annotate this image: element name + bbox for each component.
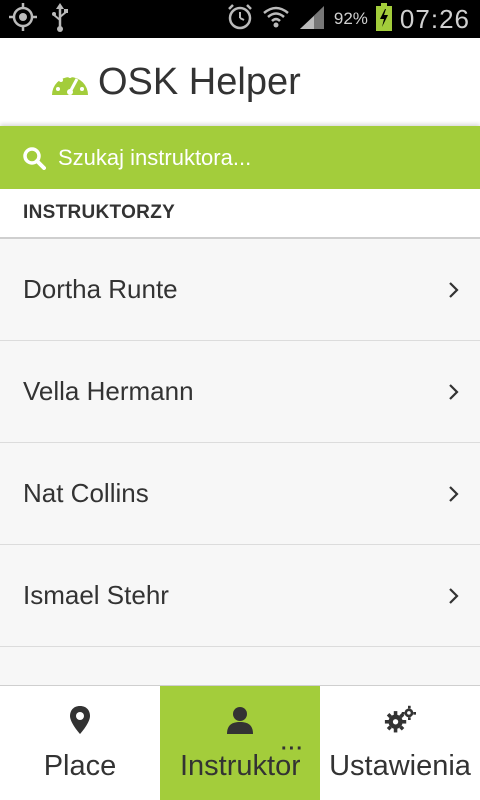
instructor-list: Dortha Runte Vella Hermann Nat Collins I… — [0, 239, 480, 647]
map-marker-icon — [64, 704, 96, 736]
list-item[interactable]: Nat Collins — [0, 443, 480, 545]
ellipsis-icon: ··· — [281, 738, 304, 760]
usb-icon — [50, 2, 70, 37]
search-bar — [0, 126, 480, 189]
app-title: OSK Helper — [98, 60, 301, 103]
battery-charging-icon — [375, 2, 392, 36]
alarm-icon — [226, 3, 254, 36]
search-icon — [22, 146, 46, 170]
status-bar: 92% 07:26 — [0, 0, 480, 38]
chevron-right-icon — [448, 586, 460, 606]
chevron-right-icon — [448, 280, 460, 300]
app-header: OSK Helper — [0, 38, 480, 126]
speedometer-icon — [50, 67, 90, 97]
battery-percent: 92% — [333, 9, 368, 28]
bottom-nav: Place Instruktorzy ··· — [0, 685, 480, 800]
tab-instruktorzy[interactable]: Instruktorzy ··· — [160, 686, 320, 800]
tab-place[interactable]: Place — [0, 686, 160, 800]
chevron-right-icon — [448, 484, 460, 504]
tab-ustawienia-label: Ustawienia — [329, 750, 471, 782]
instructor-name: Ismael Stehr — [23, 580, 169, 610]
gps-icon — [8, 2, 38, 37]
chevron-right-icon — [448, 382, 460, 402]
tab-ustawienia[interactable]: Ustawienia — [320, 686, 480, 800]
clock: 07:26 — [399, 3, 470, 34]
tab-place-label: Place — [43, 750, 117, 782]
instructor-name: Nat Collins — [23, 478, 149, 508]
section-header: INSTRUKTORZY — [0, 189, 480, 239]
section-title: INSTRUKTORZY — [23, 202, 176, 223]
instructor-name: Dortha Runte — [23, 274, 178, 304]
search-input[interactable] — [58, 144, 480, 171]
gears-icon — [384, 704, 416, 736]
list-item[interactable]: Ismael Stehr — [0, 545, 480, 647]
wifi-icon — [262, 4, 290, 35]
instructor-name: Vella Hermann — [23, 376, 194, 406]
signal-icon — [298, 4, 326, 35]
list-item[interactable]: Vella Hermann — [0, 341, 480, 443]
list-item[interactable]: Dortha Runte — [0, 239, 480, 341]
user-icon — [224, 704, 256, 736]
